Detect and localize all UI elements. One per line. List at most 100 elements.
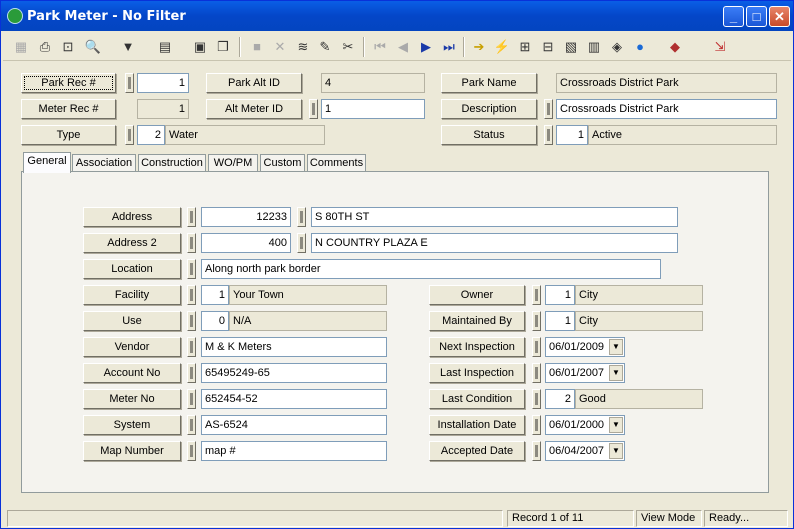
accepted-date-picker[interactable]: 06/04/2007 ▼ (545, 441, 625, 461)
status-button[interactable]: Status (441, 125, 537, 145)
use-button[interactable]: Use (83, 311, 181, 331)
installation-date: 06/01/2000 (549, 419, 605, 431)
grid-icon[interactable]: ▦ (11, 37, 31, 57)
system-button[interactable]: System (83, 415, 181, 435)
form-icon[interactable]: ▣ (190, 37, 210, 57)
book-icon[interactable]: ◆ (665, 37, 685, 57)
address2-button[interactable]: Address 2 (83, 233, 181, 253)
calculator-icon[interactable]: ▥ (584, 37, 604, 57)
facility-button[interactable]: Facility (83, 285, 181, 305)
maintained-by-button[interactable]: Maintained By (429, 311, 525, 331)
facility-code-field[interactable]: 1 (201, 285, 229, 305)
save-icon[interactable]: ■ (247, 37, 267, 57)
last-inspection-button[interactable]: Last Inspection (429, 363, 525, 383)
next-inspection-button[interactable]: Next Inspection (429, 337, 525, 357)
tab-association[interactable]: Association (72, 154, 136, 172)
map-icon[interactable]: ▧ (561, 37, 581, 57)
preview-icon[interactable]: ⊡ (58, 37, 78, 57)
search-icon[interactable]: 🔍 (83, 37, 103, 57)
address2-street-indicator (297, 233, 306, 253)
maintained-by-code-field[interactable]: 1 (545, 311, 575, 331)
delete-icon[interactable]: ✕ (270, 37, 290, 57)
vendor-button[interactable]: Vendor (83, 337, 181, 357)
tab-comments[interactable]: Comments (307, 154, 366, 172)
address-button[interactable]: Address (83, 207, 181, 227)
last-inspection-date: 06/01/2007 (549, 367, 605, 379)
description-indicator (544, 99, 553, 119)
globe-icon[interactable]: ● (630, 37, 650, 57)
accepted-date: 06/04/2007 (549, 445, 605, 457)
lightning-icon[interactable]: ⚡ (492, 37, 512, 57)
type-button[interactable]: Type (21, 125, 116, 145)
map-number-field[interactable]: map # (201, 441, 387, 461)
scissors-icon[interactable]: ✂ (338, 37, 358, 57)
account-no-field[interactable]: 65495249-65 (201, 363, 387, 383)
use-code-field[interactable]: 0 (201, 311, 229, 331)
status-code-field[interactable]: 1 (556, 125, 588, 145)
tab-construction[interactable]: Construction (138, 154, 206, 172)
facility-indicator (187, 285, 196, 305)
tab-wo-pm[interactable]: WO/PM (208, 154, 258, 172)
address-street-field[interactable]: S 80TH ST (311, 207, 678, 227)
park-rec-field[interactable]: 1 (137, 73, 189, 93)
address2-number-field[interactable]: 400 (201, 233, 291, 253)
maximize-button[interactable]: □ (746, 6, 767, 27)
copy-icon[interactable]: ❐ (213, 37, 233, 57)
meter-rec-button[interactable]: Meter Rec # (21, 99, 116, 119)
location-field[interactable]: Along north park border (201, 259, 661, 279)
chevron-down-icon[interactable]: ▼ (609, 443, 623, 459)
installation-date-picker[interactable]: 06/01/2000 ▼ (545, 415, 625, 435)
tab-general[interactable]: General (23, 152, 71, 173)
minimize-button[interactable]: _ (723, 6, 744, 27)
chevron-down-icon[interactable]: ▼ (609, 417, 623, 433)
map-number-button[interactable]: Map Number (83, 441, 181, 461)
last-inspection-date-picker[interactable]: 06/01/2007 ▼ (545, 363, 625, 383)
gis-icon[interactable]: ◈ (607, 37, 627, 57)
installation-date-indicator (532, 415, 541, 435)
first-record-icon[interactable]: ⏮ (370, 37, 390, 57)
hierarchy-icon[interactable]: ⊟ (538, 37, 558, 57)
status-description-field: Active (588, 125, 777, 145)
park-rec-button[interactable]: Park Rec # (21, 73, 116, 93)
account-no-button[interactable]: Account No (83, 363, 181, 383)
report-icon[interactable]: ▤ (155, 37, 175, 57)
mode-indicator: View Mode (636, 510, 702, 527)
installation-date-button[interactable]: Installation Date (429, 415, 525, 435)
stack-icon[interactable]: ≋ (293, 37, 313, 57)
last-condition-code-field[interactable]: 2 (545, 389, 575, 409)
chevron-down-icon[interactable]: ▼ (609, 339, 623, 355)
pencil-icon[interactable]: ✎ (315, 37, 335, 57)
type-code-field[interactable]: 2 (137, 125, 165, 145)
vendor-field[interactable]: M & K Meters (201, 337, 387, 357)
park-name-button[interactable]: Park Name (441, 73, 537, 93)
address2-street-field[interactable]: N COUNTRY PLAZA E (311, 233, 678, 253)
next-record-icon[interactable]: ▶ (416, 37, 436, 57)
last-record-icon[interactable]: ⏭ (439, 37, 459, 57)
last-condition-button[interactable]: Last Condition (429, 389, 525, 409)
description-button[interactable]: Description (441, 99, 537, 119)
alt-meter-id-field[interactable]: 1 (321, 99, 425, 119)
tree-icon[interactable]: ⊞ (515, 37, 535, 57)
last-condition-description-field: Good (575, 389, 703, 409)
alt-meter-id-button[interactable]: Alt Meter ID (206, 99, 302, 119)
meter-no-field[interactable]: 652454-52 (201, 389, 387, 409)
tab-custom[interactable]: Custom (260, 154, 305, 172)
owner-code-field[interactable]: 1 (545, 285, 575, 305)
address-number-field[interactable]: 12233 (201, 207, 291, 227)
prev-record-icon[interactable]: ◀ (393, 37, 413, 57)
location-button[interactable]: Location (83, 259, 181, 279)
arrow-right-icon[interactable]: ➔ (469, 37, 489, 57)
system-field[interactable]: AS-6524 (201, 415, 387, 435)
filter-icon[interactable]: ▼ (118, 37, 138, 57)
park-alt-id-button[interactable]: Park Alt ID (206, 73, 302, 93)
chevron-down-icon[interactable]: ▼ (609, 365, 623, 381)
description-field[interactable]: Crossroads District Park (556, 99, 777, 119)
print-icon[interactable]: ⎙ (35, 37, 55, 57)
owner-button[interactable]: Owner (429, 285, 525, 305)
accepted-date-button[interactable]: Accepted Date (429, 441, 525, 461)
park-rec-indicator (125, 73, 134, 93)
next-inspection-date-picker[interactable]: 06/01/2009 ▼ (545, 337, 625, 357)
close-button[interactable]: ✕ (769, 6, 790, 27)
meter-no-button[interactable]: Meter No (83, 389, 181, 409)
exit-icon[interactable]: ⇲ (710, 37, 730, 57)
